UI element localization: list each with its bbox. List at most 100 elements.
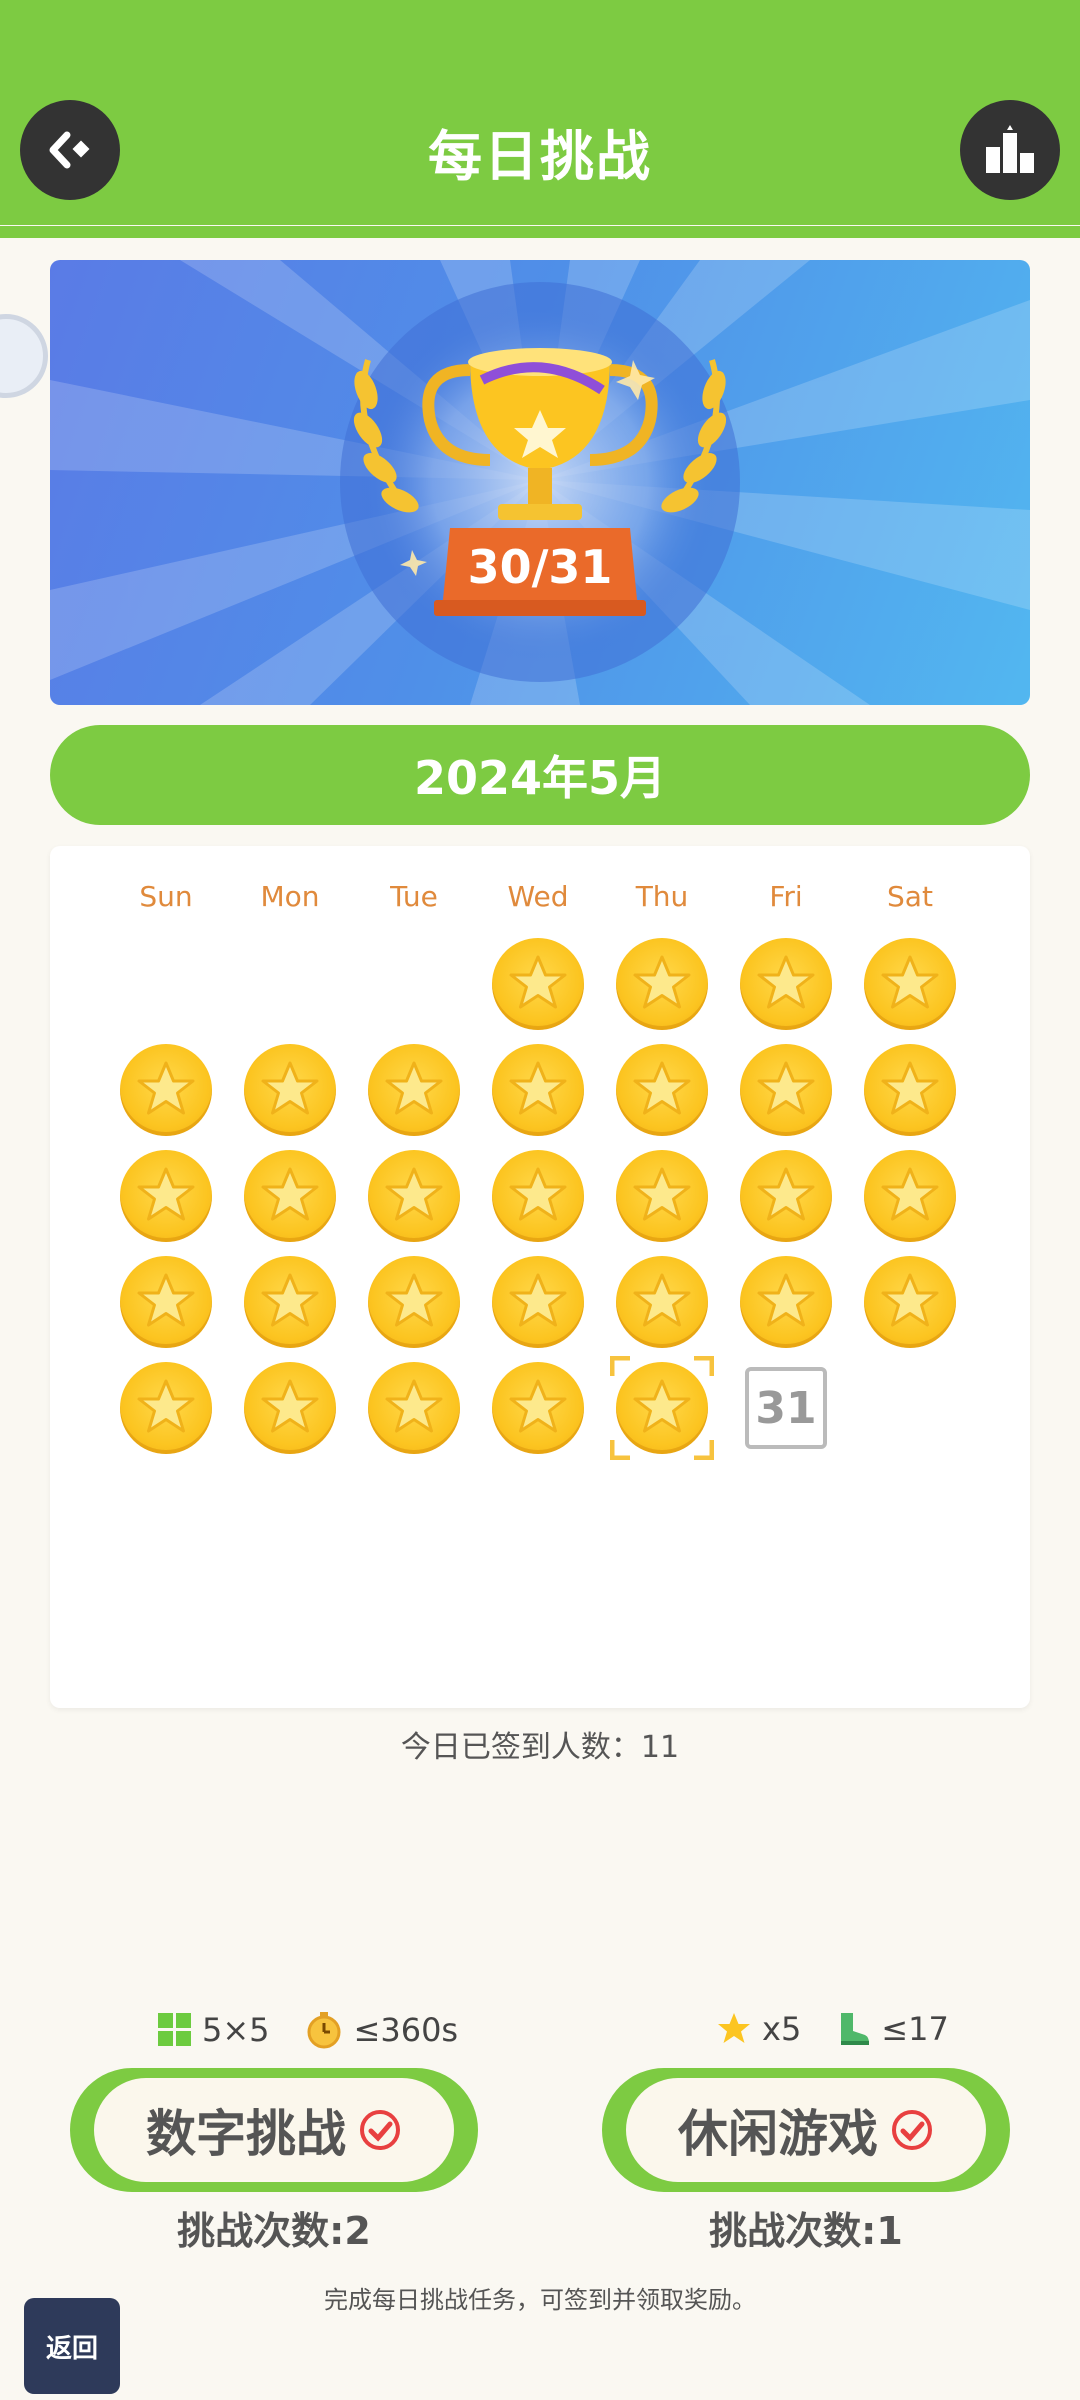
star-count-text: x5 [762, 2010, 802, 2048]
star-coin-icon [492, 1044, 584, 1136]
checkin-count: 今日已签到人数：11 [400, 1730, 680, 1765]
calendar-day-completed[interactable] [244, 1256, 336, 1348]
calendar-day-completed[interactable] [244, 1044, 336, 1136]
calendar-day-completed[interactable] [492, 1362, 584, 1454]
star-coin-icon [616, 1150, 708, 1242]
star-coin-icon [864, 1044, 956, 1136]
star-coin-icon [616, 1044, 708, 1136]
footer-hint: 完成每日挑战任务，可签到并领取奖励。 [324, 2286, 756, 2314]
star-coin-icon [368, 1150, 460, 1242]
star-coin-icon [740, 938, 832, 1030]
grid-size-text: 5×5 [202, 2011, 270, 2049]
calendar-day-completed[interactable] [740, 938, 832, 1030]
calendar-day-completed[interactable] [616, 1150, 708, 1242]
calendar-day-today[interactable] [610, 1356, 714, 1460]
star-coin-icon [368, 1044, 460, 1136]
weekday-sat: Sat [887, 880, 933, 913]
calendar-day-completed[interactable] [244, 1150, 336, 1242]
star-coin-icon [616, 1256, 708, 1348]
trophy-banner: 30/31 [50, 260, 1030, 705]
calendar-day-completed[interactable] [368, 1044, 460, 1136]
boot-icon [841, 2013, 870, 2045]
weekday-mon: Mon [260, 880, 320, 913]
star-coin-icon [244, 1150, 336, 1242]
calendar-day-completed[interactable] [740, 1044, 832, 1136]
calendar-day-completed[interactable] [120, 1044, 212, 1136]
calendar-day-completed[interactable] [492, 1044, 584, 1136]
timer-icon [307, 2012, 341, 2049]
calendar-day-completed[interactable] [616, 938, 708, 1030]
calendar-day-completed[interactable] [492, 1256, 584, 1348]
weekday-thu: Thu [635, 880, 689, 913]
casual-game-attempts: 挑战次数:1 [709, 2209, 903, 2253]
star-coin-icon [120, 1150, 212, 1242]
star-coin-icon [616, 938, 708, 1030]
star-coin-icon [120, 1362, 212, 1454]
number-challenge-label: 数字挑战 [146, 2105, 346, 2163]
challenge-1-requirements: 5×5 ≤360s [158, 2010, 458, 2050]
calendar-day-pending[interactable]: 31 [740, 1362, 832, 1454]
calendar-day-completed[interactable] [864, 1044, 956, 1136]
calendar-day-completed[interactable] [368, 1150, 460, 1242]
star-coin-icon [244, 1256, 336, 1348]
return-app-tile[interactable]: 返回 [24, 2298, 120, 2394]
weekday-fri: Fri [769, 880, 803, 913]
star-coin-icon [740, 1044, 832, 1136]
banner-illustration [50, 260, 1030, 705]
header-divider [0, 226, 1080, 238]
star-coin-icon [864, 1150, 956, 1242]
star-coin-icon [244, 1362, 336, 1454]
star-coin-icon [492, 1256, 584, 1348]
star-coin-icon [740, 1256, 832, 1348]
calendar-day-completed[interactable] [120, 1362, 212, 1454]
casual-game-button[interactable]: 休闲游戏 [602, 2068, 1010, 2192]
calendar-day-completed[interactable] [368, 1362, 460, 1454]
pending-day-number: 31 [745, 1367, 827, 1449]
podium-icon [986, 125, 1034, 173]
calendar-day-completed[interactable] [368, 1256, 460, 1348]
star-coin-icon [864, 1256, 956, 1348]
weekday-tue: Tue [390, 880, 438, 913]
calendar-day-completed[interactable] [864, 1256, 956, 1348]
calendar-day-completed[interactable] [120, 1150, 212, 1242]
calendar-day-completed[interactable] [616, 1044, 708, 1136]
star-coin-icon [864, 938, 956, 1030]
weekday-sun: Sun [139, 880, 193, 913]
page-title: 每日挑战 [428, 125, 652, 188]
calendar-day-completed[interactable] [492, 938, 584, 1030]
number-challenge-button[interactable]: 数字挑战 [70, 2068, 478, 2192]
check-circle-icon [892, 2110, 932, 2150]
time-limit-text: ≤360s [353, 2011, 459, 2049]
star-coin-icon [120, 1044, 212, 1136]
grid-icon [158, 2013, 191, 2046]
calendar-day-completed[interactable] [616, 1256, 708, 1348]
number-challenge-attempts: 挑战次数:2 [177, 2209, 371, 2253]
star-coin-icon [244, 1044, 336, 1136]
return-tile-label: 返回 [45, 2333, 98, 2364]
casual-game-label: 休闲游戏 [678, 2105, 878, 2163]
calendar-day-completed[interactable] [244, 1362, 336, 1454]
today-selection-frame [610, 1356, 714, 1460]
calendar-day-completed[interactable] [740, 1150, 832, 1242]
star-coin-icon [120, 1256, 212, 1348]
calendar-day-completed[interactable] [864, 1150, 956, 1242]
trophy-score: 30/31 [467, 540, 613, 594]
star-coin-icon [368, 1362, 460, 1454]
calendar-day-completed[interactable] [120, 1256, 212, 1348]
calendar-day-completed[interactable] [492, 1150, 584, 1242]
star-coin-icon [368, 1256, 460, 1348]
star-coin-icon [492, 938, 584, 1030]
star-icon [718, 2013, 750, 2043]
month-label: 2024年5月 [50, 725, 1030, 825]
star-coin-icon [740, 1150, 832, 1242]
calendar-day-completed[interactable] [740, 1256, 832, 1348]
star-coin-icon [492, 1362, 584, 1454]
challenge-2-requirements: x5 ≤17 [716, 2010, 949, 2048]
check-circle-icon [360, 2110, 400, 2150]
calendar-day-completed[interactable] [864, 938, 956, 1030]
side-floating-badge[interactable] [0, 314, 48, 398]
star-coin-icon [492, 1150, 584, 1242]
leaderboard-button[interactable] [960, 100, 1060, 200]
move-limit-text: ≤17 [881, 2010, 949, 2048]
calendar-card: Sun Mon Tue Wed Thu Fri Sat 31 [50, 846, 1030, 1708]
